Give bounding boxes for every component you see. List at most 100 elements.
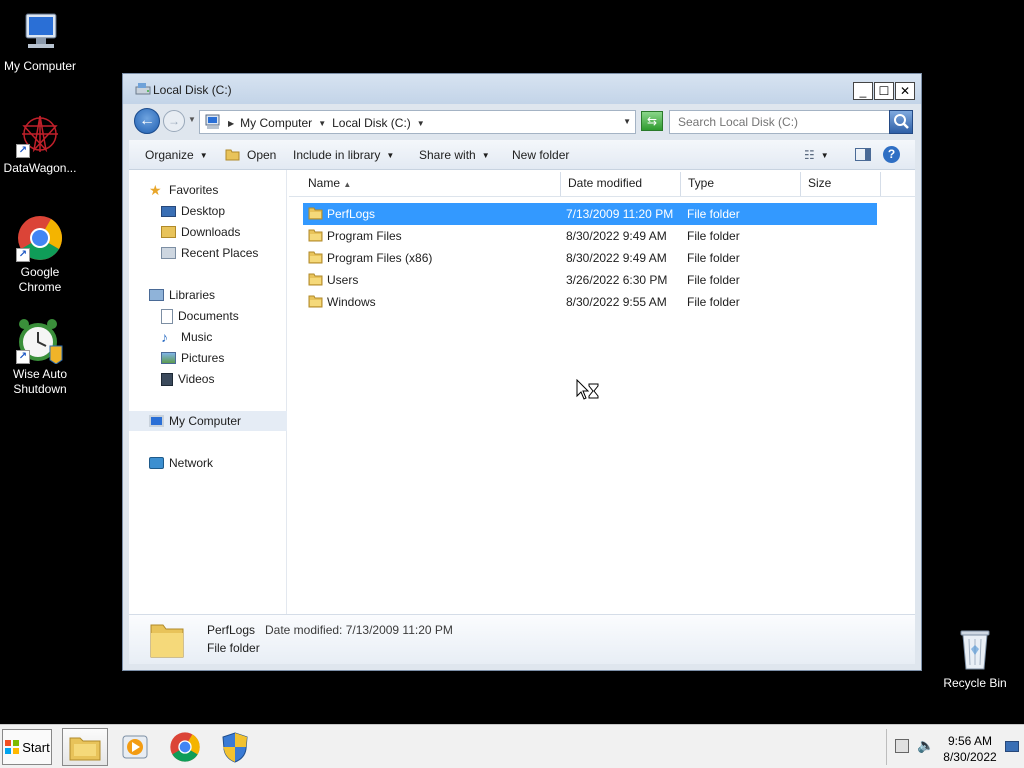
include-in-library-button[interactable]: Include in library ▼: [293, 148, 394, 162]
nav-label: Videos: [178, 372, 215, 386]
nav-label: Libraries: [169, 288, 216, 302]
chrome-icon: [170, 732, 200, 762]
recent-pages-dropdown[interactable]: ▼: [188, 115, 196, 124]
volume-icon[interactable]: 🔈: [917, 737, 934, 754]
breadcrumb-chevron-icon[interactable]: ▼: [417, 119, 425, 128]
organize-button[interactable]: Organize ▼: [145, 148, 208, 162]
search-box[interactable]: [669, 110, 913, 134]
open-button[interactable]: Open: [225, 148, 276, 162]
shortcut-arrow-icon: ↗: [16, 350, 30, 364]
downloads-folder-icon: [161, 226, 176, 238]
network-icon: [149, 457, 164, 469]
content-area: ★ Favorites Desktop Downloads Recent Plac…: [129, 170, 915, 614]
search-input[interactable]: [670, 111, 880, 133]
close-button[interactable]: ✕: [895, 82, 915, 100]
folder-icon: [308, 273, 323, 286]
file-type: File folder: [687, 273, 740, 287]
desktop-icon-label: DataWagon...: [3, 161, 77, 175]
search-icon: [894, 114, 909, 129]
nav-item-documents[interactable]: Documents: [129, 306, 287, 326]
desktop-icon-my-computer[interactable]: My Computer: [0, 8, 80, 74]
file-row[interactable]: Users 3/26/2022 6:30 PM File folder: [303, 269, 877, 291]
breadcrumb-root-chevron[interactable]: ▶: [228, 119, 234, 128]
desktop-icon-datawagon[interactable]: ↗ DataWagon...: [0, 110, 80, 176]
chevron-down-icon: ▼: [199, 150, 208, 160]
navigation-pane[interactable]: ★ Favorites Desktop Downloads Recent Plac…: [129, 170, 287, 614]
nav-item-my-computer[interactable]: My Computer: [129, 411, 287, 431]
clock[interactable]: 9:56 AM 8/30/2022: [939, 733, 1001, 765]
title-bar[interactable]: Local Disk (C:) _ ☐ ✕: [123, 74, 921, 104]
breadcrumb-local-disk[interactable]: Local Disk (C:): [332, 116, 411, 130]
taskbar-explorer[interactable]: [62, 728, 108, 766]
busy-cursor-icon: [576, 379, 599, 400]
desktop-icon: [161, 205, 176, 217]
desktop-icon-label: My Computer: [3, 59, 77, 73]
refresh-button[interactable]: ⇆: [641, 111, 663, 131]
search-button[interactable]: [889, 110, 913, 134]
libraries-icon: [149, 289, 164, 301]
music-icon: ♪: [161, 328, 168, 345]
breadcrumb-my-computer[interactable]: My Computer: [240, 116, 312, 130]
command-bar: Organize ▼ Open Include in library ▼ Share…: [129, 140, 915, 170]
file-type: File folder: [687, 207, 740, 221]
nav-item-music[interactable]: ♪ Music: [129, 327, 287, 347]
nav-item-pictures[interactable]: Pictures: [129, 348, 287, 368]
nav-item-recent-places[interactable]: Recent Places: [129, 243, 287, 263]
windows-logo-icon: [5, 740, 20, 754]
taskbar-chrome[interactable]: [162, 728, 208, 766]
show-desktop-icon[interactable]: [1005, 741, 1019, 752]
share-with-button[interactable]: Share with ▼: [419, 148, 490, 162]
nav-item-libraries[interactable]: Libraries: [129, 285, 287, 305]
nav-item-desktop[interactable]: Desktop: [129, 201, 287, 221]
sort-ascending-icon: ▲: [343, 180, 352, 189]
file-row[interactable]: Windows 8/30/2022 9:55 AM File folder: [303, 291, 877, 313]
arrow-right-icon: →: [168, 114, 180, 128]
new-folder-button[interactable]: New folder: [512, 148, 569, 162]
file-row[interactable]: Program Files (x86) 8/30/2022 9:49 AM File…: [303, 247, 877, 269]
nav-item-favorites[interactable]: ★ Favorites: [129, 180, 287, 200]
preview-pane-icon: [855, 148, 871, 161]
details-name: PerfLogs: [207, 623, 256, 637]
close-icon: ✕: [899, 84, 911, 98]
address-history-dropdown[interactable]: ▼: [623, 117, 631, 126]
column-header-name[interactable]: Name ▲: [289, 172, 561, 196]
column-header-type[interactable]: Type: [681, 172, 801, 196]
preview-pane-button[interactable]: [855, 148, 871, 161]
security-shield-icon: [222, 732, 248, 763]
folder-icon: [308, 207, 323, 220]
change-view-button[interactable]: ☷ ▼: [804, 148, 829, 162]
maximize-button[interactable]: ☐: [874, 82, 894, 100]
network-status-icon[interactable]: [895, 739, 909, 753]
nav-item-network[interactable]: Network: [129, 453, 287, 473]
nav-item-videos[interactable]: Videos: [129, 369, 287, 389]
taskbar-security-center[interactable]: [212, 728, 258, 766]
breadcrumb-chevron-icon[interactable]: ▼: [318, 119, 326, 128]
desktop-icon-wise-auto-shutdown[interactable]: ↗ Wise Auto Shutdown: [0, 316, 80, 397]
file-row[interactable]: PerfLogs 7/13/2009 11:20 PM File folder: [303, 203, 877, 225]
nav-label: My Computer: [169, 414, 242, 428]
column-header-date-modified[interactable]: Date modified: [561, 172, 681, 196]
recent-places-icon: [161, 247, 176, 259]
nav-label: Desktop: [181, 204, 226, 218]
nav-label: Favorites: [169, 183, 219, 197]
header-divider: [289, 196, 915, 197]
desktop-icon-recycle-bin[interactable]: Recycle Bin: [935, 625, 1015, 691]
file-row[interactable]: Program Files 8/30/2022 9:49 AM File folde…: [303, 225, 877, 247]
file-date-modified: 7/13/2009 11:20 PM: [566, 207, 674, 221]
address-box[interactable]: ▶ My Computer ▼ Local Disk (C:) ▼ ▼: [199, 110, 636, 134]
chevron-down-icon: ▼: [820, 150, 829, 160]
help-button[interactable]: ?: [883, 146, 900, 163]
file-list-pane[interactable]: Name ▲ Date modified Type Size PerfLogs 7…: [289, 170, 915, 614]
file-date-modified: 8/30/2022 9:49 AM: [566, 229, 667, 243]
desktop-icon-chrome[interactable]: ↗ Google Chrome: [0, 214, 80, 295]
file-date-modified: 8/30/2022 9:49 AM: [566, 251, 667, 265]
back-button[interactable]: ←: [134, 108, 160, 134]
minimize-button[interactable]: _: [853, 82, 873, 100]
folder-icon: [308, 251, 323, 264]
column-header-size[interactable]: Size: [801, 172, 881, 196]
nav-item-downloads[interactable]: Downloads: [129, 222, 287, 242]
chrome-icon: ↗: [16, 214, 64, 262]
forward-button[interactable]: →: [163, 110, 185, 132]
taskbar-media-player[interactable]: [112, 728, 158, 766]
start-button[interactable]: Start: [2, 729, 52, 765]
